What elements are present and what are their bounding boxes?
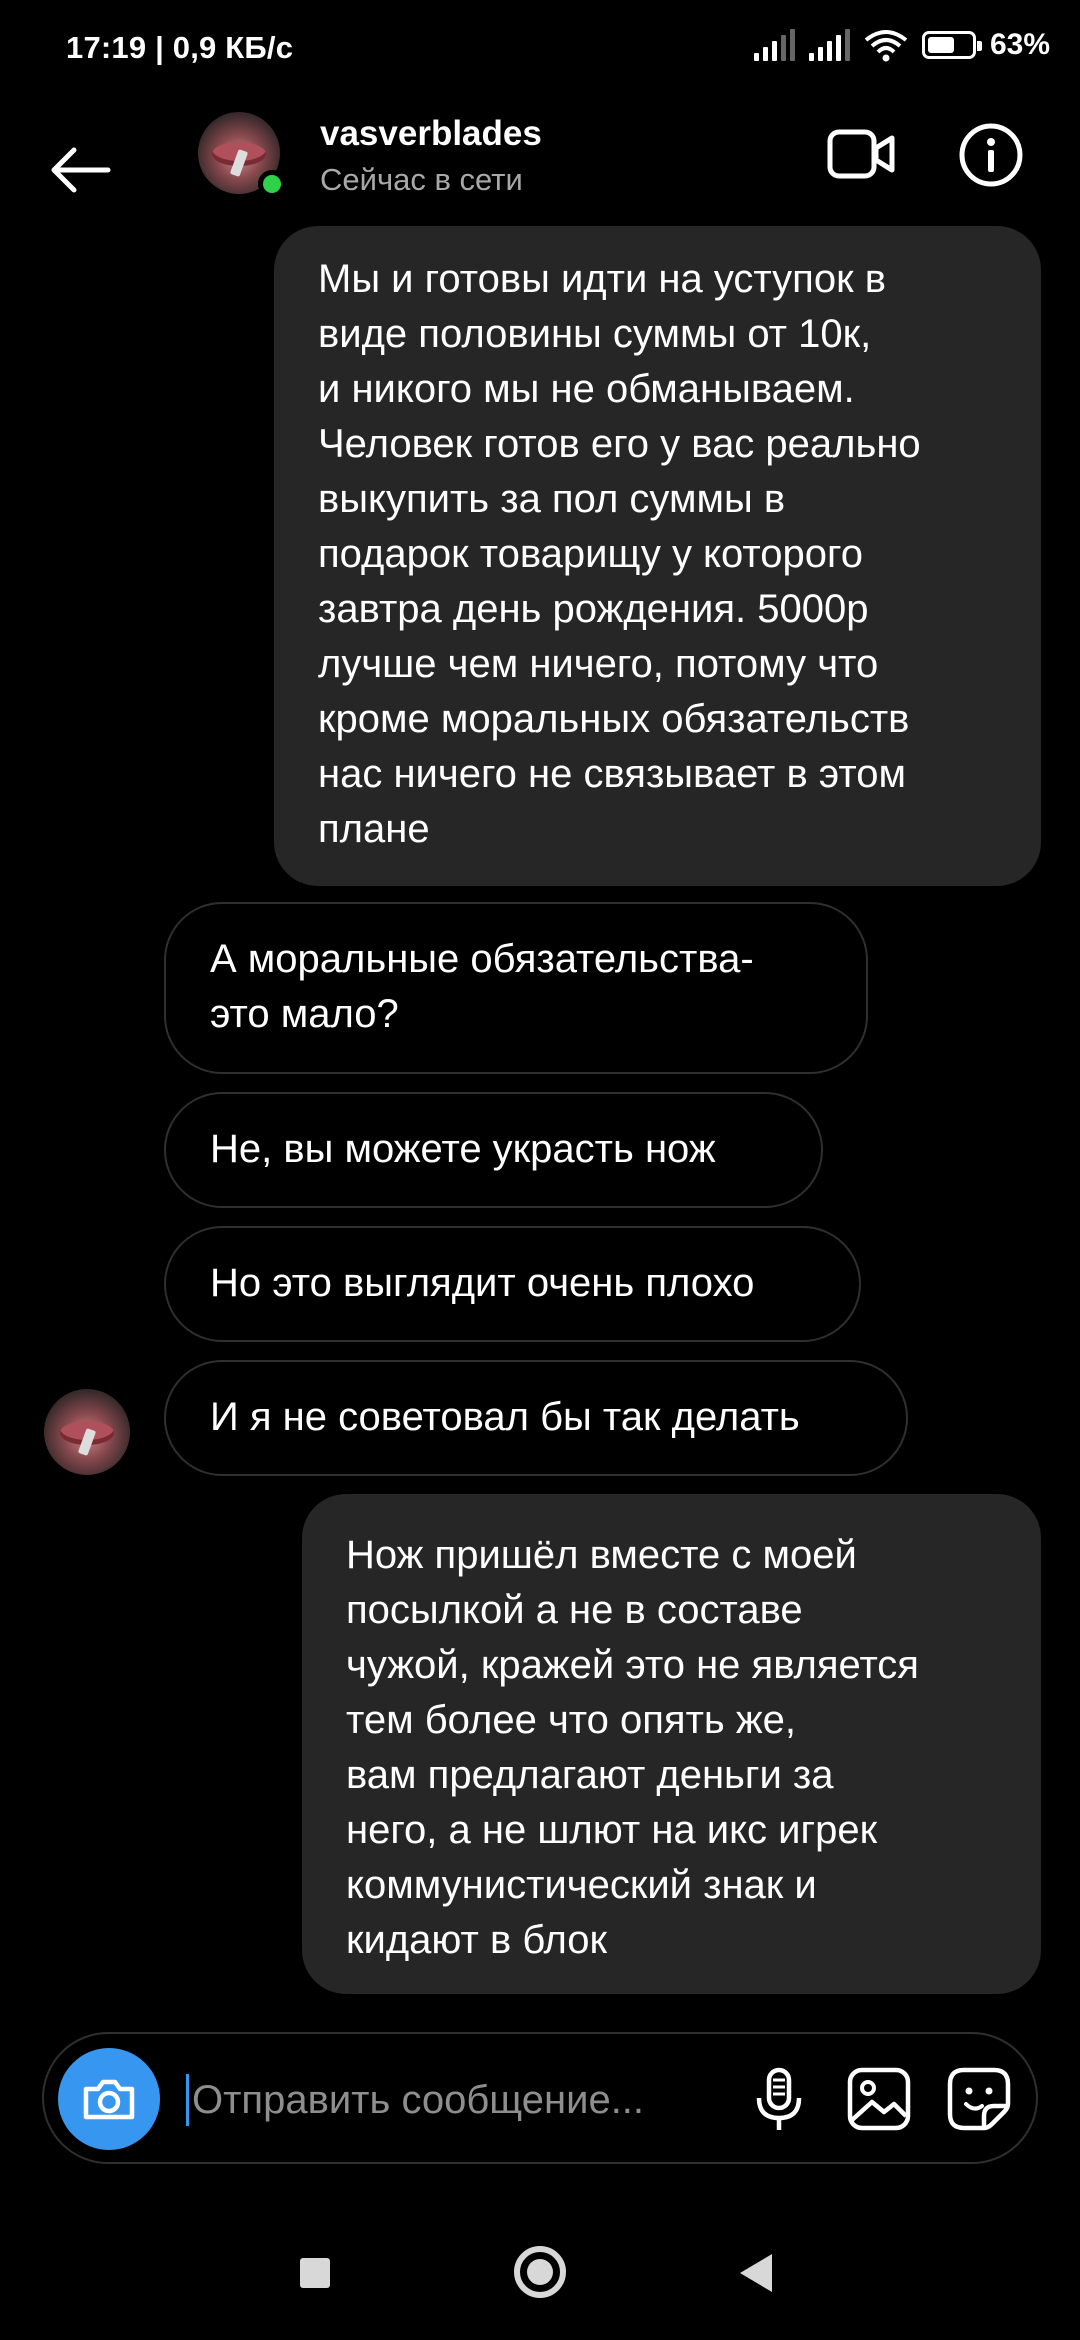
camera-button[interactable] <box>58 2048 160 2150</box>
system-nav-bar <box>0 2220 1080 2340</box>
video-call-button[interactable] <box>826 124 896 184</box>
back-button[interactable] <box>40 130 120 210</box>
arrow-left-icon <box>51 147 111 193</box>
status-indicators: 63% <box>753 28 1050 62</box>
battery-level <box>927 37 954 53</box>
system-back-button[interactable] <box>740 2254 772 2292</box>
message-bubble-received[interactable]: И я не советовал бы так делать <box>164 1360 908 1476</box>
voice-message-button[interactable] <box>744 2064 814 2134</box>
video-camera-icon <box>827 129 895 179</box>
contact-avatar[interactable] <box>198 112 286 198</box>
signal-icon <box>753 29 795 61</box>
message-bubble-sent[interactable]: Нож пришёл вместе с моей посылкой а не в… <box>302 1494 1041 1994</box>
battery-percent: 63% <box>989 28 1050 61</box>
sticker-icon <box>947 2067 1011 2131</box>
contact-status: Сейчас в сети <box>320 162 523 197</box>
battery-icon <box>921 31 982 59</box>
info-icon <box>959 123 1023 187</box>
sender-avatar[interactable] <box>44 1389 130 1475</box>
message-bubble-received[interactable]: А моральные обязательства- это мало? <box>164 902 868 1074</box>
message-bubble-received[interactable]: Не, вы можете украсть нож <box>164 1092 823 1208</box>
online-indicator <box>258 170 286 198</box>
message-composer <box>42 2032 1038 2164</box>
info-button[interactable] <box>958 122 1024 188</box>
image-icon <box>847 2067 911 2131</box>
camera-icon <box>83 2079 135 2120</box>
text-cursor <box>186 2074 189 2126</box>
chat-header: vasverblades Сейчас в сети <box>0 100 1080 240</box>
home-button[interactable] <box>514 2246 566 2298</box>
sticker-button[interactable] <box>944 2064 1014 2134</box>
avatar <box>44 1389 130 1475</box>
recents-button[interactable] <box>300 2258 330 2288</box>
microphone-icon <box>756 2067 802 2130</box>
signal-icon <box>808 29 850 61</box>
contact-name[interactable]: vasverblades <box>320 114 542 154</box>
wifi-icon <box>864 30 908 62</box>
status-bar: 17:19 | 0,9 КБ/с 63% <box>0 0 1080 96</box>
message-bubble-received[interactable]: Но это выглядит очень плохо <box>164 1226 861 1342</box>
message-input[interactable] <box>190 2058 734 2142</box>
status-time-speed: 17:19 | 0,9 КБ/с <box>66 30 294 65</box>
message-bubble-sent[interactable]: Мы и готовы идти на уступок в виде полов… <box>274 226 1041 886</box>
gallery-button[interactable] <box>844 2064 914 2134</box>
